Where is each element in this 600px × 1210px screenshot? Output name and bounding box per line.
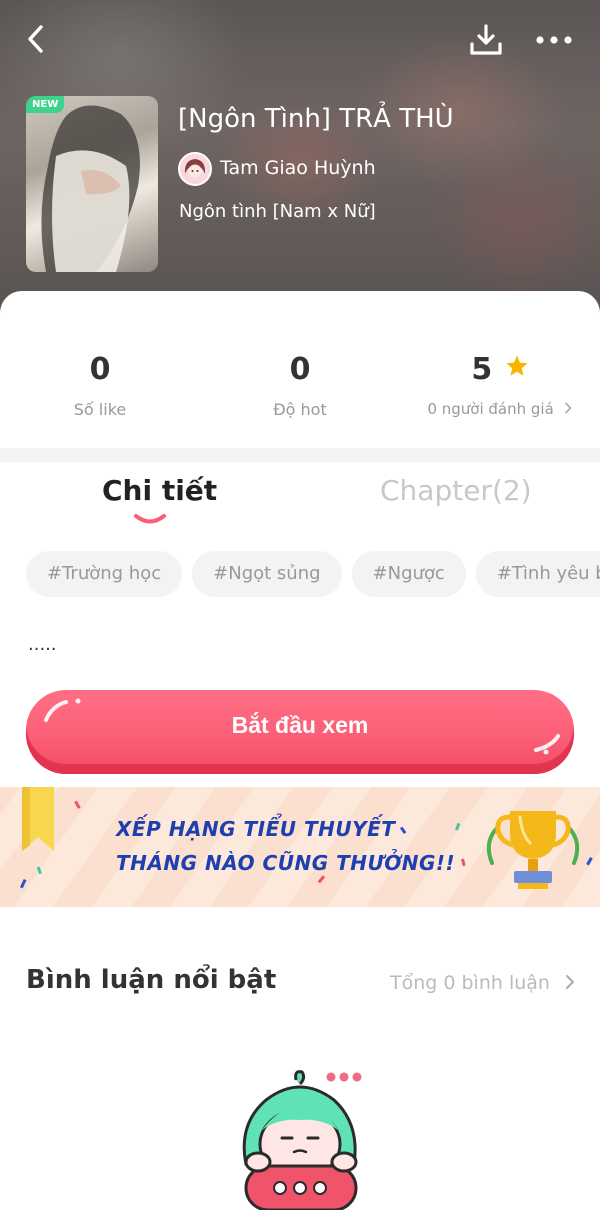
- chevron-right-icon: [564, 402, 571, 414]
- author-avatar[interactable]: [178, 152, 212, 186]
- stat-rating[interactable]: 5 0 người đánh giá: [400, 350, 600, 418]
- banner-line-2: THÁNG NÀO CŨNG THƯỞNG!!: [116, 851, 456, 875]
- section-separator: [0, 448, 600, 462]
- likes-label: Số like: [73, 400, 127, 419]
- book-title: [Ngôn Tình] TRẢ THÙ: [178, 104, 454, 134]
- avatar-image: [180, 154, 210, 184]
- tag-item[interactable]: #Ngọt sủng: [192, 551, 342, 597]
- tab-active-indicator: [134, 514, 166, 524]
- banner-line-1: XẾP HẠNG TIỂU THUYẾT: [116, 817, 396, 841]
- book-cover[interactable]: NEW: [26, 96, 158, 272]
- ranking-promo-banner[interactable]: XẾP HẠNG TIỂU THUYẾT THÁNG NÀO CŨNG THƯỞ…: [0, 787, 600, 907]
- genre-label: Ngôn tình [Nam x Nữ]: [179, 201, 376, 222]
- tag-item[interactable]: #Ngược: [351, 551, 466, 597]
- star-icon: [506, 355, 528, 376]
- download-button[interactable]: [468, 22, 504, 58]
- more-icon: [536, 36, 572, 44]
- all-comments-link[interactable]: Tổng 0 bình luận: [390, 972, 576, 994]
- back-arrow-icon: [28, 25, 43, 53]
- start-reading-label: Bắt đầu xem: [231, 712, 369, 738]
- rating-count-label: 0 người đánh giá: [427, 400, 554, 418]
- back-button[interactable]: [22, 22, 52, 56]
- tag-list: #Trường học #Ngọt sủng #Ngược #Tình yêu b: [26, 551, 600, 599]
- rating-value: 5: [471, 352, 493, 387]
- more-options-button[interactable]: [532, 28, 576, 52]
- stat-likes: 0 Số like: [0, 350, 200, 419]
- hot-count: 0: [289, 352, 311, 387]
- book-description: .....: [28, 634, 57, 655]
- likes-count: 0: [89, 352, 111, 387]
- trophy-icon: [486, 811, 580, 889]
- empty-comments-mascot: [242, 1070, 362, 1210]
- download-icon: [470, 24, 502, 55]
- tab-detail[interactable]: Chi tiết: [102, 474, 217, 507]
- rating-value-row: 5: [400, 350, 600, 390]
- featured-comments-title: Bình luận nổi bật: [26, 965, 277, 995]
- cover-art: [41, 105, 140, 272]
- tag-item[interactable]: #Trường học: [26, 551, 183, 597]
- comments-total: Tổng 0 bình luận: [390, 972, 550, 994]
- chevron-right-icon: [566, 975, 575, 989]
- tag-item[interactable]: #Tình yêu b: [475, 551, 600, 597]
- stat-hot: 0 Độ hot: [200, 350, 400, 419]
- new-badge: NEW: [26, 96, 65, 113]
- start-reading-button[interactable]: Bắt đầu xem: [26, 690, 574, 774]
- tab-chapters[interactable]: Chapter(2): [380, 474, 532, 507]
- rating-label-row: 0 người đánh giá: [400, 400, 600, 418]
- hot-label: Độ hot: [273, 400, 327, 419]
- author-name[interactable]: Tam Giao Huỳnh: [220, 157, 376, 179]
